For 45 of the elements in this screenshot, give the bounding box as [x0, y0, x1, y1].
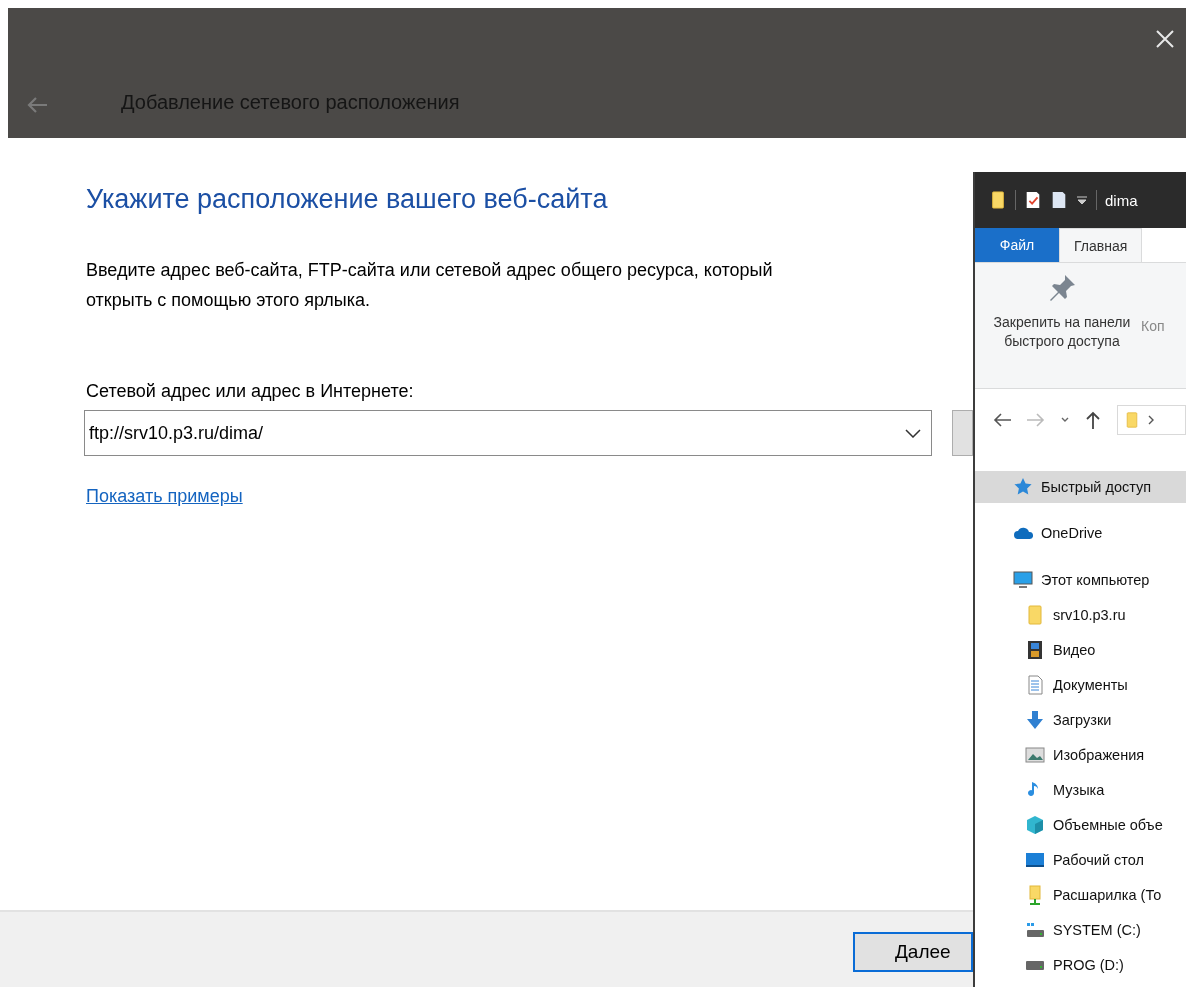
monitor-icon: [1013, 569, 1033, 590]
folder-icon: [1124, 409, 1140, 431]
folder-icon: [1025, 604, 1045, 625]
back-arrow-icon[interactable]: [993, 413, 1011, 427]
description-text: открыть с помощью этого ярлыка.: [86, 289, 371, 312]
close-icon[interactable]: [1155, 29, 1175, 49]
description-text: Введите адрес веб-сайта, FTP-сайта или сетевой адрес общего ресурса, который: [86, 259, 773, 282]
pin-to-quick-access-button[interactable]: Закрепить на панели быстрого доступа: [987, 273, 1137, 388]
checklist-icon: [1024, 189, 1042, 211]
next-button[interactable]: Далее: [853, 932, 973, 972]
nav-item[interactable]: Видео: [975, 632, 1186, 667]
film-icon: [1025, 639, 1045, 660]
window-title: dima: [1105, 191, 1138, 209]
nav-item[interactable]: Музыка: [975, 772, 1186, 807]
nav-item[interactable]: Документы: [975, 667, 1186, 702]
star-icon: [1013, 477, 1033, 497]
page-heading: Укажите расположение вашего веб-сайта: [86, 184, 608, 215]
folder-icon: [989, 189, 1007, 211]
nav-item[interactable]: Рабочий стол: [975, 842, 1186, 877]
address-combobox[interactable]: ftp://srv10.p3.ru/dima/: [84, 410, 932, 456]
nav-item[interactable]: Изображения: [975, 737, 1186, 772]
file-menu-tab[interactable]: Файл: [975, 228, 1059, 262]
nav-item[interactable]: Этот компьютер: [975, 562, 1186, 597]
document-icon: [1050, 189, 1068, 211]
nav-item[interactable]: Загрузки: [975, 702, 1186, 737]
show-examples-link[interactable]: Показать примеры: [86, 486, 243, 507]
document-icon: [1025, 674, 1045, 695]
nav-item[interactable]: SYSTEM (C:): [975, 912, 1186, 947]
nav-item[interactable]: PROG (D:): [975, 947, 1186, 982]
chevron-right-icon: [1148, 415, 1155, 425]
chevron-icon[interactable]: [1061, 417, 1069, 423]
dropdown-chevron-icon: [905, 428, 921, 438]
ribbon-tab[interactable]: Главная: [1059, 228, 1143, 262]
nav-item[interactable]: Быстрый доступ: [975, 471, 1186, 503]
picture-icon: [1025, 744, 1045, 765]
nav-item[interactable]: Расшарилка (То: [975, 877, 1186, 912]
address-input[interactable]: ftp://srv10.p3.ru/dima/: [89, 422, 905, 444]
address-label: Сетевой адрес или адрес в Интернете:: [86, 381, 415, 402]
nav-item[interactable]: Объемные объе: [975, 807, 1186, 842]
nav-item[interactable]: srv10.p3.ru: [975, 597, 1186, 632]
down-arrow-icon: [1025, 709, 1045, 730]
up-arrow-icon[interactable]: [1085, 411, 1101, 429]
caret-icon: [1076, 195, 1088, 205]
nav-item[interactable]: OneDrive: [975, 515, 1186, 550]
cube-icon: [1025, 814, 1045, 835]
